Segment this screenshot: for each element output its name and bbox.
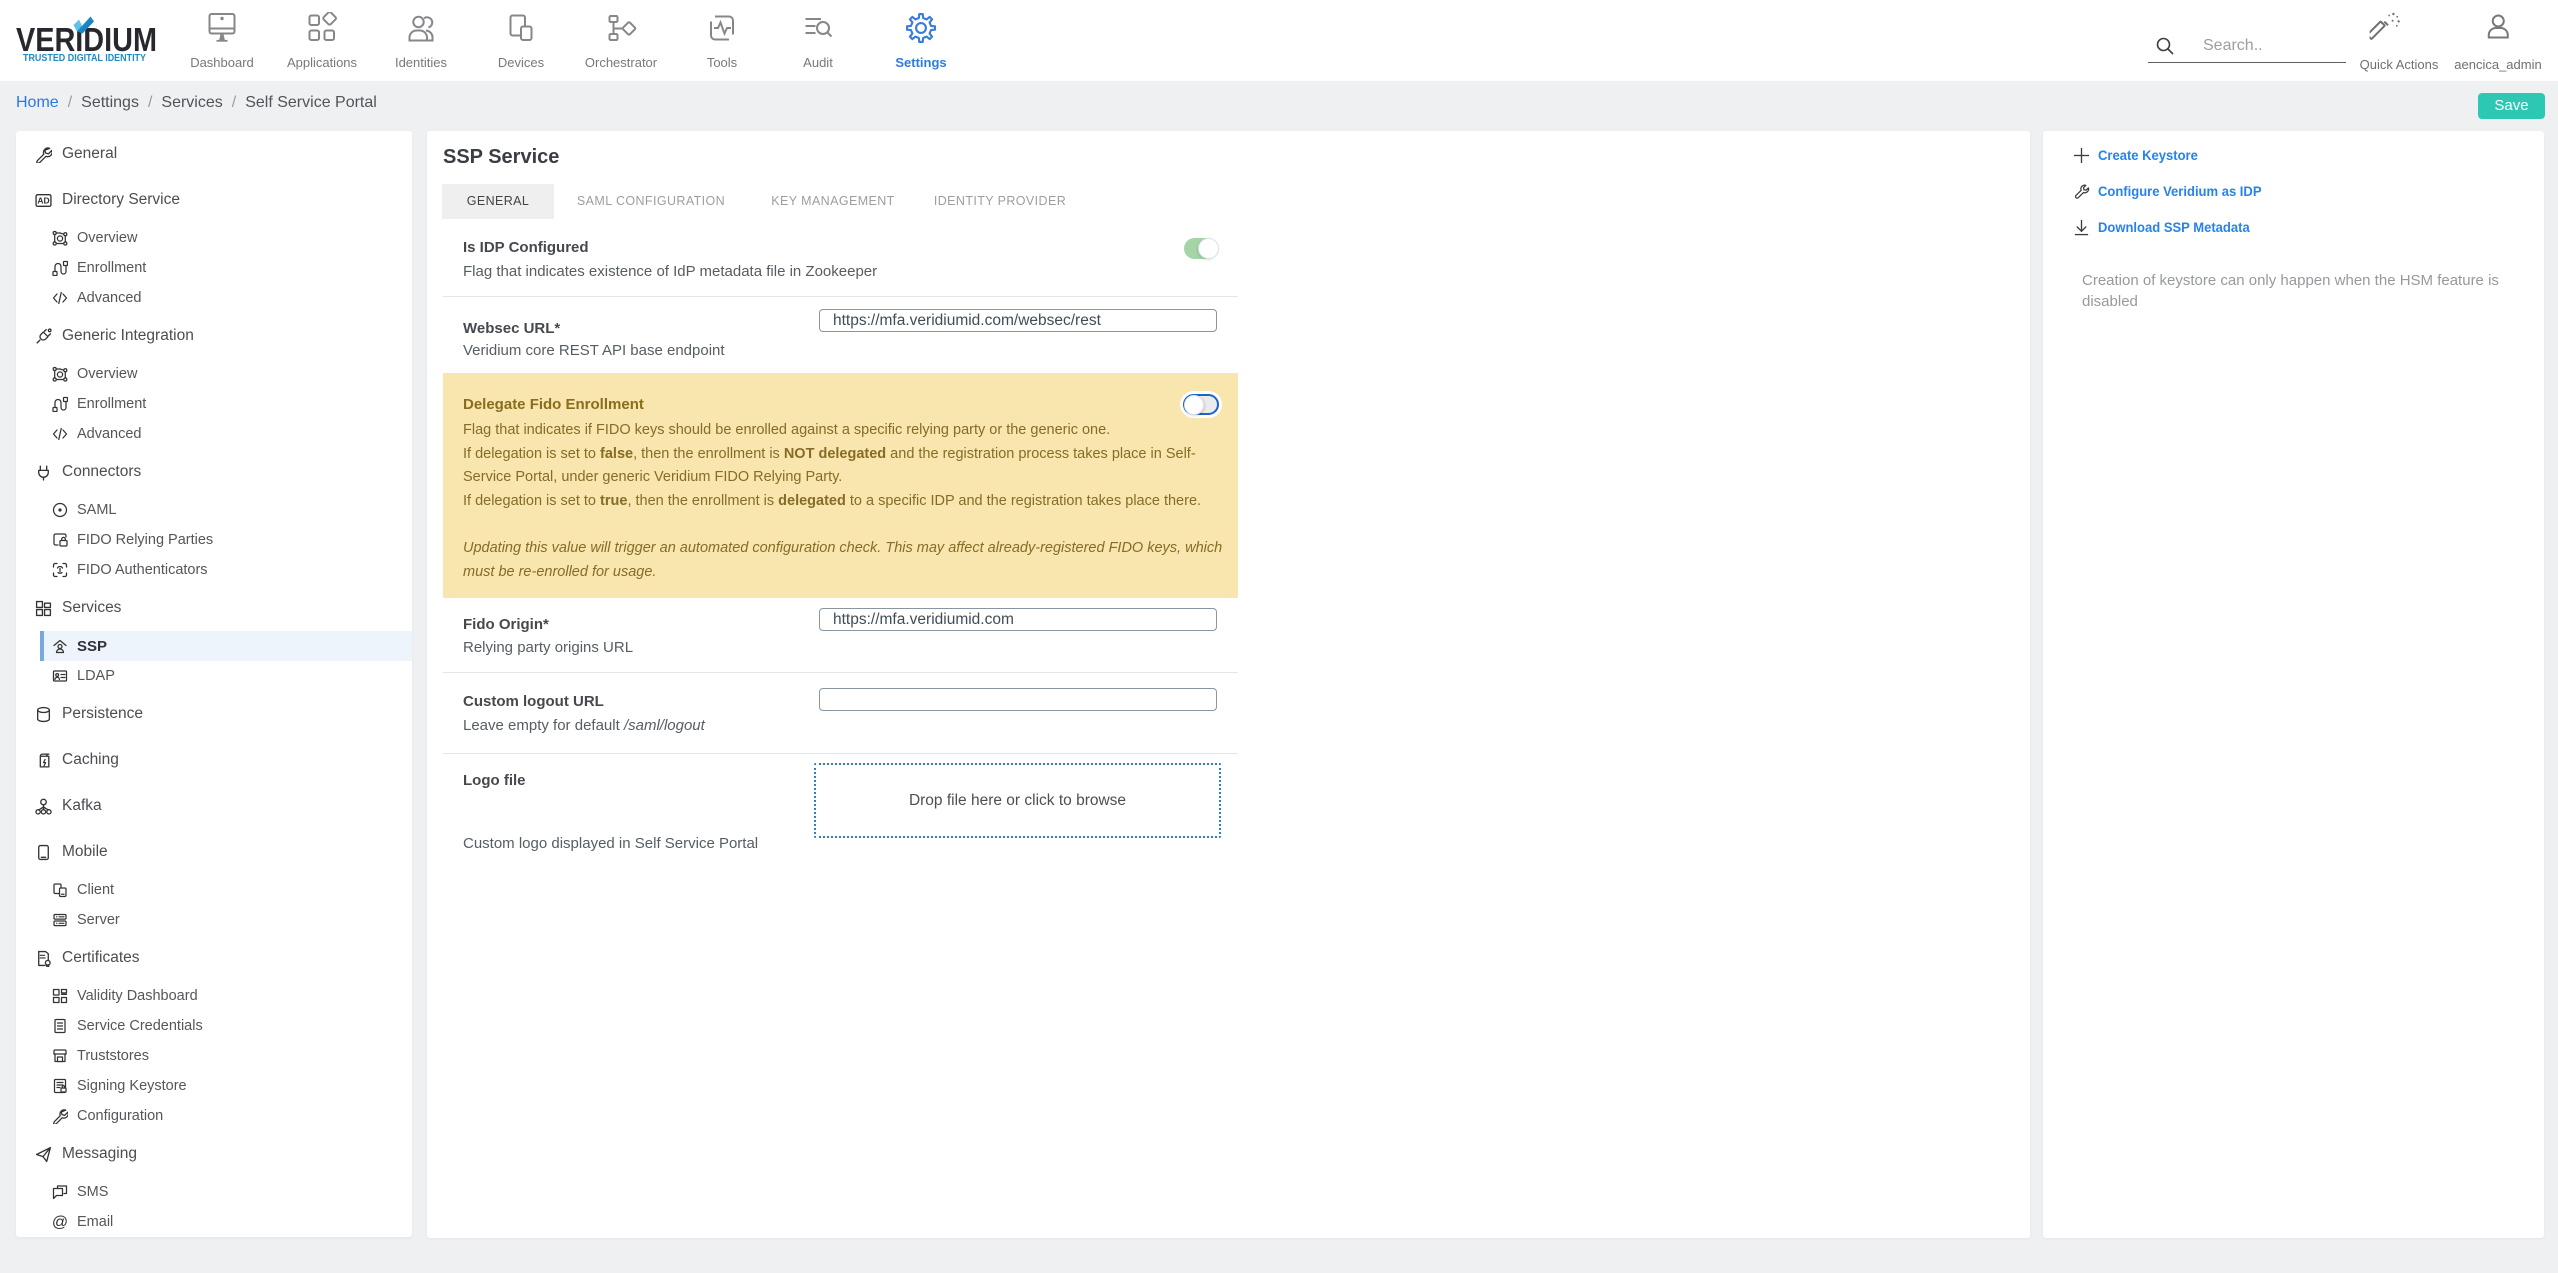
svg-text:@: @ xyxy=(52,1214,68,1230)
svg-text:AD: AD xyxy=(37,195,49,205)
svg-text:TRUSTED DIGITAL IDENTITY: TRUSTED DIGITAL IDENTITY xyxy=(23,53,146,64)
